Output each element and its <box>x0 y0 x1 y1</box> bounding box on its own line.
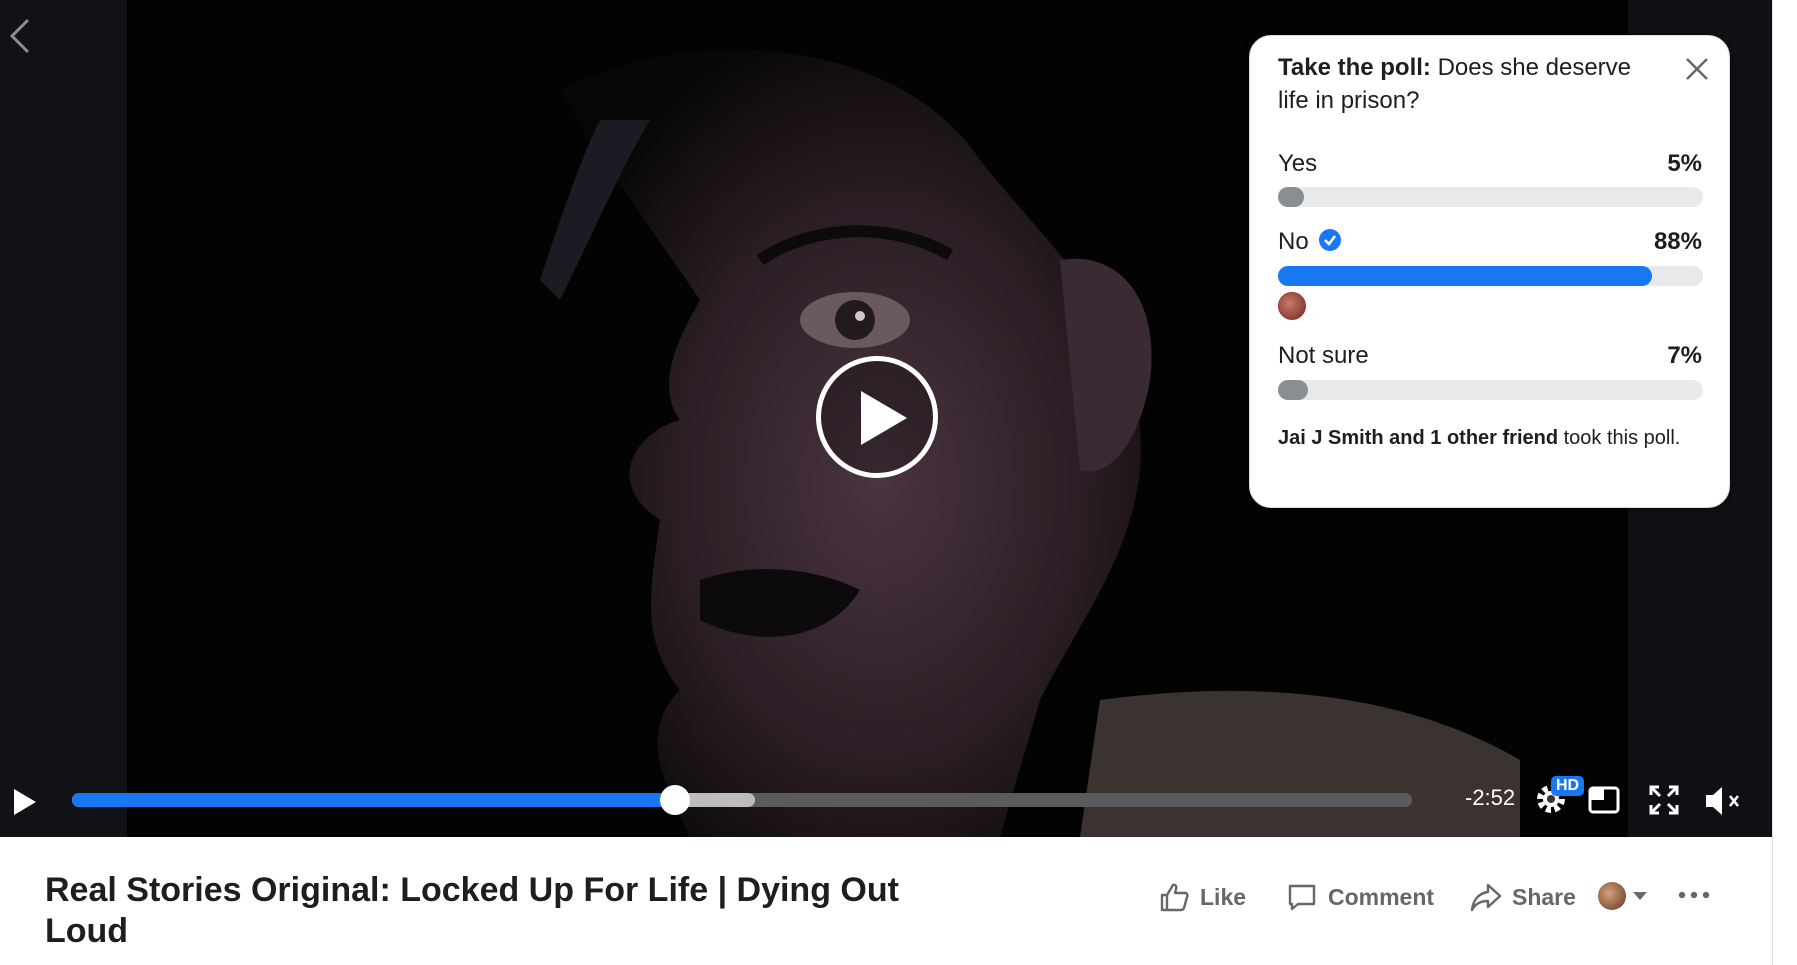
poll-option-fill <box>1278 266 1652 286</box>
poll-footer: Jai J Smith and 1 other friend took this… <box>1278 424 1698 452</box>
seek-handle[interactable] <box>660 785 690 815</box>
poll-option-no[interactable] <box>1278 266 1703 286</box>
share-button[interactable]: Share <box>1470 880 1576 914</box>
video-title: Real Stories Original: Locked Up For Lif… <box>45 871 899 950</box>
time-remaining: -2:52 <box>1465 785 1516 810</box>
poll-option-notsure[interactable] <box>1278 380 1703 400</box>
play-icon[interactable] <box>12 787 38 817</box>
poll-card: Take the poll: Does she deserve life in … <box>1249 35 1730 508</box>
chevron-down-icon[interactable] <box>1633 892 1647 900</box>
seek-bar[interactable] <box>72 785 1412 815</box>
mute-icon[interactable] <box>1704 784 1744 818</box>
back-arrow-icon[interactable] <box>6 16 36 56</box>
voter-avatar[interactable] <box>1278 292 1306 320</box>
player-controls: -2:52 HD <box>0 760 1772 837</box>
seek-progress <box>72 793 675 807</box>
poll-option-no-percent: 88% <box>1653 228 1702 255</box>
poll-option-yes[interactable] <box>1278 187 1703 207</box>
check-icon <box>1318 228 1341 251</box>
poll-question: Take the poll: Does she deserve life in … <box>1278 51 1658 117</box>
page-divider <box>1772 0 1773 965</box>
poll-option-notsure-label: Not sure <box>1278 342 1369 369</box>
avatar[interactable] <box>1598 882 1626 910</box>
poll-option-no-label: No <box>1278 228 1341 256</box>
close-icon[interactable] <box>1682 54 1712 84</box>
poll-question-prefix: Take the poll: <box>1278 54 1431 81</box>
share-icon <box>1470 883 1502 912</box>
poll-option-yes-percent: 5% <box>1667 150 1702 177</box>
poll-footer-text: took this poll. <box>1563 427 1681 449</box>
center-play-button[interactable] <box>816 356 938 478</box>
poll-option-yes-label: Yes <box>1278 150 1318 177</box>
comment-icon <box>1288 884 1316 911</box>
poll-footer-friends[interactable]: Jai J Smith and 1 other friend <box>1278 427 1558 449</box>
fullscreen-icon[interactable] <box>1648 784 1680 816</box>
poll-option-fill <box>1278 380 1308 400</box>
more-icon[interactable] <box>1676 880 1712 910</box>
video-player[interactable]: Take the poll: Does she deserve life in … <box>0 0 1772 837</box>
like-button[interactable]: Like <box>1158 880 1246 914</box>
share-label: Share <box>1512 883 1576 910</box>
poll-option-fill <box>1278 187 1304 207</box>
poll-option-no-text: No <box>1278 228 1309 255</box>
like-label: Like <box>1200 883 1247 910</box>
pip-icon[interactable] <box>1588 784 1620 816</box>
comment-label: Comment <box>1328 883 1435 910</box>
like-icon <box>1160 883 1189 912</box>
play-icon <box>861 391 907 445</box>
hd-badge: HD <box>1551 776 1585 796</box>
poll-option-notsure-percent: 7% <box>1667 342 1702 369</box>
comment-button[interactable]: Comment <box>1286 880 1434 914</box>
